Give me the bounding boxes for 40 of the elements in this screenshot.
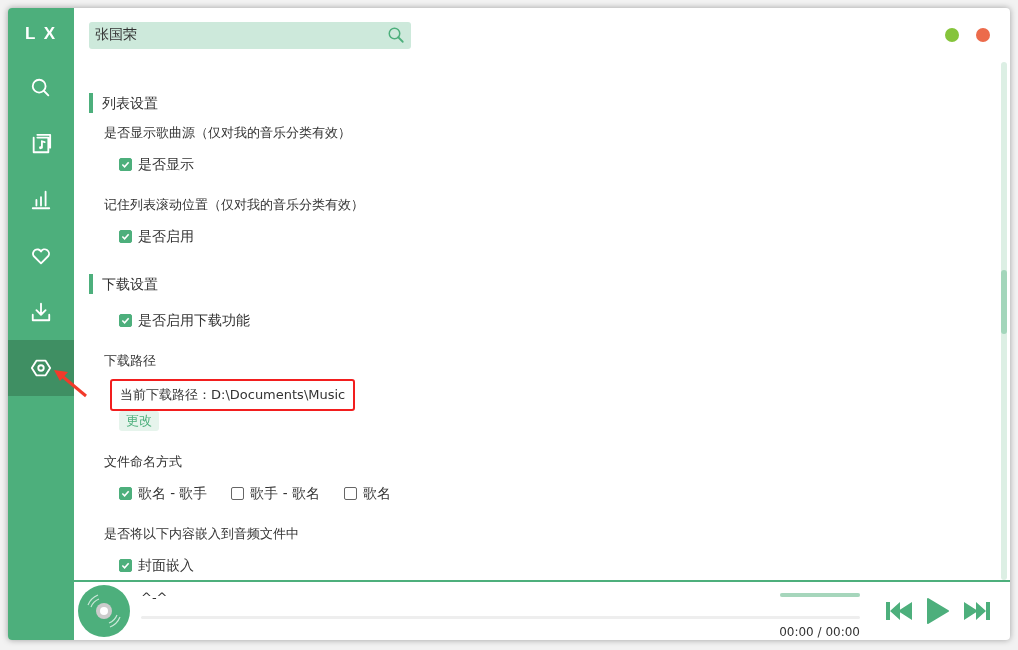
music-note-icon	[30, 133, 52, 155]
annotation-arrow	[52, 368, 88, 398]
volume-slider[interactable]	[780, 593, 860, 597]
window-control-dot[interactable]	[945, 28, 959, 42]
setting-label: 下载路径	[104, 352, 157, 370]
checkbox-label: 歌名 - 歌手	[138, 484, 208, 503]
checkbox[interactable]	[343, 486, 357, 500]
checkbox[interactable]	[119, 558, 132, 572]
track-title: ^-^	[141, 590, 168, 606]
search-field[interactable]: 张国荣	[89, 21, 411, 49]
setting-label: 是否显示歌曲源（仅对我的音乐分类有效）	[104, 124, 352, 142]
download-path-text: 当前下载路径：D:\Documents\Music	[110, 379, 356, 411]
checkbox[interactable]	[119, 229, 132, 243]
checkbox-label: 封面嵌入	[138, 556, 194, 575]
play-time: 00:00 / 00:00	[779, 625, 860, 639]
bar-chart-icon	[30, 189, 52, 211]
settings-icon	[30, 357, 52, 379]
setting-label: 记住列表滚动位置（仅对我的音乐分类有效）	[104, 196, 365, 214]
checkbox[interactable]	[119, 313, 132, 327]
checkbox[interactable]	[231, 486, 245, 500]
scrollbar[interactable]	[1001, 62, 1007, 580]
play-button[interactable]	[926, 597, 950, 625]
checkbox-label: 是否启用下载功能	[138, 311, 250, 330]
checkbox-label: 歌手 - 歌名	[250, 484, 320, 503]
download-icon	[30, 301, 52, 323]
checkbox-label: 歌名	[362, 484, 391, 503]
setting-label: 是否将以下内容嵌入到音频文件中	[104, 525, 300, 543]
checkbox[interactable]	[119, 157, 132, 171]
checkbox[interactable]	[119, 486, 132, 500]
sidebar-item[interactable]	[8, 340, 74, 396]
window-control-dot[interactable]	[976, 28, 990, 42]
checkbox-label: 是否显示	[138, 155, 194, 174]
app-logo: L X	[23, 23, 59, 45]
search-icon	[30, 77, 52, 99]
heart-icon	[30, 245, 52, 267]
search-icon[interactable]	[387, 25, 405, 44]
next-button[interactable]	[962, 600, 992, 622]
previous-button[interactable]	[884, 600, 914, 622]
checkbox-label: 是否启用	[138, 227, 194, 246]
setting-label: 文件命名方式	[104, 453, 183, 471]
